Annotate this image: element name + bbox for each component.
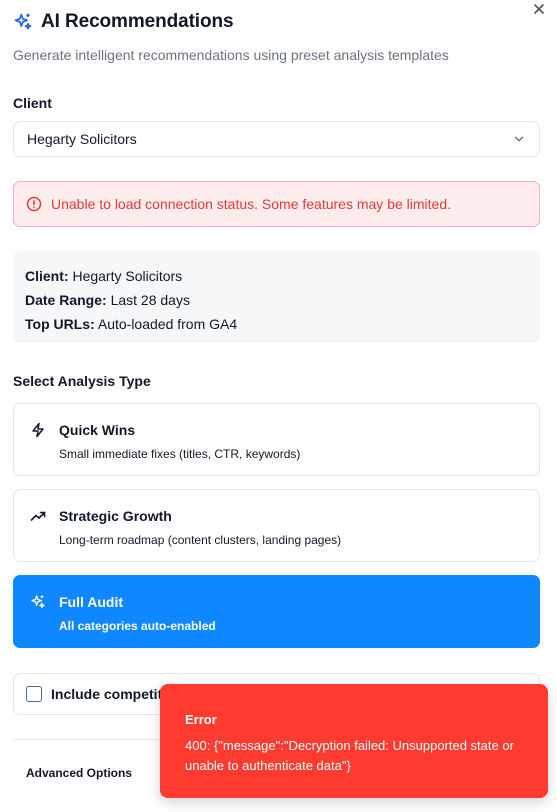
dialog-subtitle: Generate intelligent recommendations usi…: [13, 47, 449, 63]
lightning-icon: [30, 422, 46, 438]
connection-alert: Unable to load connection status. Some f…: [13, 181, 540, 227]
toast-title: Error: [185, 712, 217, 727]
close-button[interactable]: [531, 1, 547, 17]
info-date-value: Last 28 days: [110, 292, 190, 308]
sparkles-icon: [30, 594, 46, 610]
info-client-label: Client:: [25, 268, 69, 284]
info-summary: Client: Hegarty Solicitors Date Range: L…: [13, 251, 540, 343]
analysis-option-description: All categories auto-enabled: [59, 619, 216, 633]
analysis-option-name: Quick Wins: [59, 422, 136, 438]
include-competitor-label[interactable]: Include competitor: [51, 686, 176, 702]
info-urls-row: Top URLs: Auto-loaded from GA4: [25, 312, 528, 336]
client-select[interactable]: Hegarty Solicitors: [13, 121, 540, 157]
alert-circle-icon: [26, 196, 42, 212]
info-urls-value: Auto-loaded from GA4: [97, 316, 238, 332]
info-client-value: Hegarty Solicitors: [72, 268, 183, 284]
analysis-option-strategic-growth[interactable]: Strategic Growth Long-term roadmap (cont…: [13, 489, 540, 562]
chevron-down-icon: [514, 136, 524, 142]
info-client-row: Client: Hegarty Solicitors: [25, 264, 528, 288]
dialog-header: AI Recommendations: [13, 11, 234, 33]
analysis-type-label: Select Analysis Type: [13, 373, 151, 389]
advanced-options-toggle[interactable]: Advanced Options: [26, 766, 132, 780]
include-competitor-checkbox[interactable]: [26, 686, 42, 702]
analysis-option-name: Full Audit: [59, 594, 124, 610]
client-select-value: Hegarty Solicitors: [27, 131, 137, 147]
dialog-title: AI Recommendations: [41, 11, 234, 32]
analysis-option-full-audit[interactable]: Full Audit All categories auto-enabled: [13, 575, 540, 648]
analysis-option-quick-wins[interactable]: Quick Wins Small immediate fixes (titles…: [13, 403, 540, 476]
sparkles-icon: [13, 12, 33, 32]
analysis-option-description: Long-term roadmap (content clusters, lan…: [59, 533, 342, 547]
toast-message: 400: {"message":"Decryption failed: Unsu…: [185, 738, 514, 773]
ai-recommendations-dialog: AI Recommendations Generate intelligent …: [0, 0, 557, 812]
client-label: Client: [13, 95, 52, 111]
info-urls-label: Top URLs:: [25, 316, 95, 332]
alert-message: Unable to load connection status. Some f…: [51, 196, 451, 212]
analysis-option-description: Small immediate fixes (titles, CTR, keyw…: [59, 447, 301, 461]
close-icon: [534, 4, 544, 14]
error-toast[interactable]: Error 400: {"message":"Decryption failed…: [160, 684, 548, 798]
trending-up-icon: [30, 508, 46, 524]
analysis-option-name: Strategic Growth: [59, 508, 172, 524]
info-date-row: Date Range: Last 28 days: [25, 288, 528, 312]
info-date-label: Date Range:: [25, 292, 107, 308]
